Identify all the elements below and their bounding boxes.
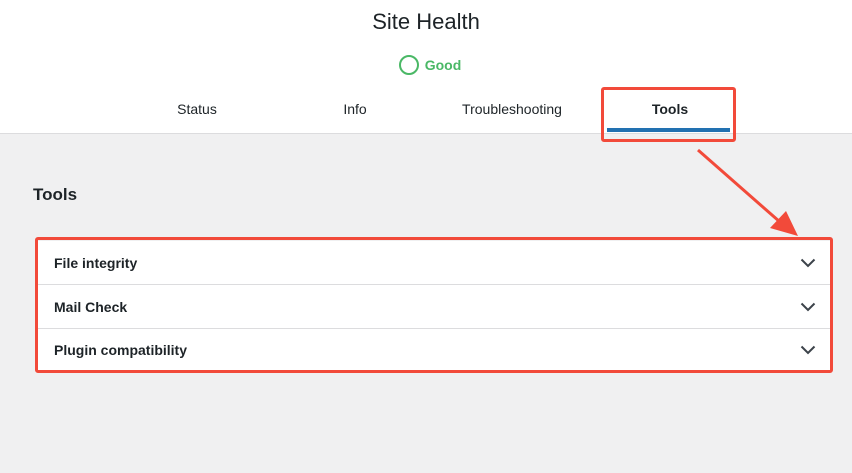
accordion-item-label: Plugin compatibility xyxy=(54,341,188,358)
annotation-highlight-tools-tab xyxy=(601,87,736,142)
accordion-item-mail-check[interactable]: Mail Check xyxy=(38,285,830,329)
accordion-item-label: File integrity xyxy=(54,254,138,271)
accordion-item-plugin-compatibility[interactable]: Plugin compatibility xyxy=(38,329,830,370)
chevron-down-icon[interactable] xyxy=(800,258,816,268)
tab-info[interactable]: Info xyxy=(306,101,404,117)
accordion-item-file-integrity[interactable]: File integrity xyxy=(38,241,830,285)
tab-status[interactable]: Status xyxy=(148,101,246,117)
chevron-down-icon[interactable] xyxy=(800,302,816,312)
tab-troubleshooting[interactable]: Troubleshooting xyxy=(452,101,572,117)
tools-accordion: File integrity Mail Check Plugin compati… xyxy=(38,241,830,370)
accordion-item-label: Mail Check xyxy=(54,298,128,315)
chevron-down-icon[interactable] xyxy=(800,345,816,355)
section-title: Tools xyxy=(33,185,78,204)
